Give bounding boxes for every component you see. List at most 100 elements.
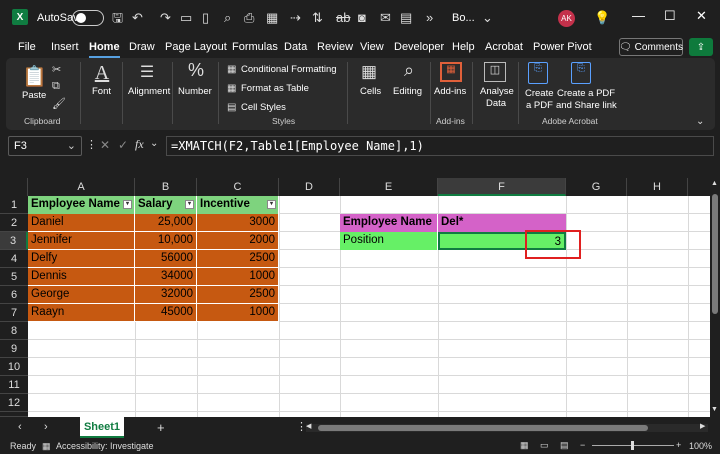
menu-help[interactable]: Help bbox=[452, 41, 475, 53]
table-cell[interactable]: Delfy bbox=[28, 250, 135, 268]
table-cell[interactable]: 56000 bbox=[135, 250, 197, 268]
format-icon[interactable]: ⇢ bbox=[290, 10, 301, 26]
new-file-icon[interactable]: ▭ bbox=[180, 10, 192, 26]
close-icon[interactable]: ✕ bbox=[696, 8, 707, 24]
table-cell[interactable]: Jennifer bbox=[28, 232, 135, 250]
table-cell[interactable]: Raayn bbox=[28, 304, 135, 322]
row-header-6[interactable]: 6 bbox=[0, 286, 28, 304]
function-dropdown-icon[interactable]: ⌄ bbox=[150, 138, 158, 149]
create-pdf-label-2[interactable]: a PDF bbox=[526, 100, 553, 111]
horizontal-scrollbar[interactable] bbox=[306, 424, 708, 432]
add-sheet-icon[interactable]: + bbox=[157, 420, 165, 435]
column-header-d[interactable]: D bbox=[279, 178, 340, 196]
page-break-view-icon[interactable]: ▤ bbox=[560, 440, 569, 451]
table-header-employee-name[interactable]: Employee Name ▾ bbox=[28, 196, 135, 214]
column-header-b[interactable]: B bbox=[135, 178, 197, 196]
zoom-slider-thumb[interactable] bbox=[631, 441, 634, 450]
table-cell[interactable]: 45000 bbox=[135, 304, 197, 322]
menu-file[interactable]: File bbox=[18, 41, 36, 53]
cell-styles-label[interactable]: Cell Styles bbox=[241, 102, 286, 113]
menu-page-layout[interactable]: Page Layout bbox=[165, 41, 227, 53]
row-header-5[interactable]: 5 bbox=[0, 268, 28, 286]
lightbulb-icon[interactable]: 💡 bbox=[594, 10, 610, 26]
redo-icon[interactable]: ↷ bbox=[160, 10, 171, 26]
filter-dropdown-icon[interactable]: ▾ bbox=[123, 200, 132, 209]
column-header-a[interactable]: A bbox=[28, 178, 135, 196]
calculator-icon[interactable]: ▤ bbox=[400, 10, 412, 26]
horizontal-scroll-thumb[interactable] bbox=[318, 425, 648, 431]
table-cell[interactable]: 25,000 bbox=[135, 214, 197, 232]
open-file-icon[interactable]: ▯ bbox=[202, 10, 209, 26]
save-icon[interactable]: 🖫 bbox=[112, 10, 123, 26]
conditional-formatting-label[interactable]: Conditional Formatting bbox=[241, 64, 337, 75]
table-cell[interactable]: 2500 bbox=[197, 250, 279, 268]
table-cell[interactable]: 2000 bbox=[197, 232, 279, 250]
table-header-salary[interactable]: Salary ▾ bbox=[135, 196, 197, 214]
comments-button[interactable]: 🗨 Comments bbox=[619, 38, 683, 56]
column-header-next[interactable] bbox=[688, 178, 710, 196]
menu-insert[interactable]: Insert bbox=[51, 41, 79, 53]
cell-styles-icon[interactable]: ▤ bbox=[227, 102, 236, 113]
analyse-data-label-1[interactable]: Analyse bbox=[480, 86, 514, 97]
filter-dropdown-icon[interactable]: ▾ bbox=[267, 200, 276, 209]
name-box-dropdown-icon[interactable]: ⌄ bbox=[67, 139, 76, 152]
zoom-out-icon[interactable]: − bbox=[580, 440, 585, 450]
print-preview-icon[interactable]: ⎙ bbox=[244, 10, 254, 26]
cells-label[interactable]: Cells bbox=[360, 86, 381, 97]
font-icon[interactable]: A bbox=[92, 62, 112, 85]
menu-review[interactable]: Review bbox=[317, 41, 353, 53]
table-cell[interactable]: Daniel bbox=[28, 214, 135, 232]
row-header-1[interactable]: 1 bbox=[0, 196, 28, 214]
menu-formulas[interactable]: Formulas bbox=[232, 41, 278, 53]
row-header-7[interactable]: 7 bbox=[0, 304, 28, 322]
analyse-data-icon[interactable]: ◫ bbox=[484, 62, 506, 82]
row-header-4[interactable]: 4 bbox=[0, 250, 28, 268]
table-cell[interactable]: 34000 bbox=[135, 268, 197, 286]
row-header-11[interactable]: 11 bbox=[0, 376, 28, 394]
sort-icon[interactable]: ⇅ bbox=[312, 10, 323, 26]
autosave-toggle[interactable] bbox=[72, 10, 104, 26]
column-header-f[interactable]: F bbox=[438, 178, 566, 196]
accessibility-status[interactable]: Accessibility: Investigate bbox=[56, 441, 154, 451]
row-header-12[interactable]: 12 bbox=[0, 394, 28, 412]
menu-data[interactable]: Data bbox=[284, 41, 307, 53]
dropdown-icon[interactable]: ⌄ bbox=[482, 10, 493, 26]
create-share-pdf-icon[interactable]: ⎘ bbox=[571, 62, 591, 84]
format-as-table-icon[interactable]: ▦ bbox=[227, 83, 236, 94]
row-header-9[interactable]: 9 bbox=[0, 340, 28, 358]
create-share-label-1[interactable]: Create a PDF bbox=[557, 88, 615, 99]
create-pdf-label-1[interactable]: Create bbox=[525, 88, 554, 99]
table-cell[interactable]: 1000 bbox=[197, 304, 279, 322]
formula-input[interactable]: =XMATCH(F2,Table1[Employee Name],1) bbox=[166, 136, 714, 156]
format-as-table-label[interactable]: Format as Table bbox=[241, 83, 309, 94]
column-header-h[interactable]: H bbox=[627, 178, 688, 196]
percent-icon[interactable]: % bbox=[186, 60, 206, 81]
prev-sheet-icon[interactable]: ‹ bbox=[18, 421, 22, 433]
zoom-level[interactable]: 100% bbox=[689, 441, 712, 451]
alignment-label[interactable]: Alignment bbox=[128, 86, 170, 97]
row-header-8[interactable]: 8 bbox=[0, 322, 28, 340]
menu-home[interactable]: Home bbox=[89, 41, 120, 58]
filter-dropdown-icon[interactable]: ▾ bbox=[185, 200, 194, 209]
format-painter-icon[interactable]: 🖌 bbox=[52, 97, 66, 110]
row-header-3[interactable]: 3 bbox=[0, 232, 28, 250]
table-cell[interactable]: 2500 bbox=[197, 286, 279, 304]
file-name[interactable]: Bo... bbox=[452, 12, 475, 24]
column-header-c[interactable]: C bbox=[197, 178, 279, 196]
macro-icon[interactable]: ▦ bbox=[42, 441, 51, 452]
maximize-icon[interactable]: ☐ bbox=[664, 8, 676, 24]
copy-icon[interactable]: ⧉ bbox=[52, 80, 60, 93]
cancel-icon[interactable]: ✕ bbox=[100, 138, 110, 152]
strikethrough-icon[interactable]: ab bbox=[336, 10, 350, 26]
add-ins-icon[interactable]: ▦ bbox=[440, 62, 462, 82]
insert-function-icon[interactable]: fx bbox=[135, 137, 144, 152]
chart-icon[interactable]: ▦ bbox=[266, 10, 278, 26]
share-button[interactable]: ⇪ bbox=[689, 38, 713, 56]
minimize-icon[interactable]: — bbox=[632, 8, 645, 23]
number-label[interactable]: Number bbox=[178, 86, 212, 97]
enter-icon[interactable]: ✓ bbox=[118, 138, 128, 152]
menu-acrobat[interactable]: Acrobat bbox=[485, 41, 523, 53]
table-cell[interactable]: 1000 bbox=[197, 268, 279, 286]
scroll-right-icon[interactable]: ▶ bbox=[700, 422, 705, 430]
undo-icon[interactable]: ↶ bbox=[132, 10, 143, 26]
